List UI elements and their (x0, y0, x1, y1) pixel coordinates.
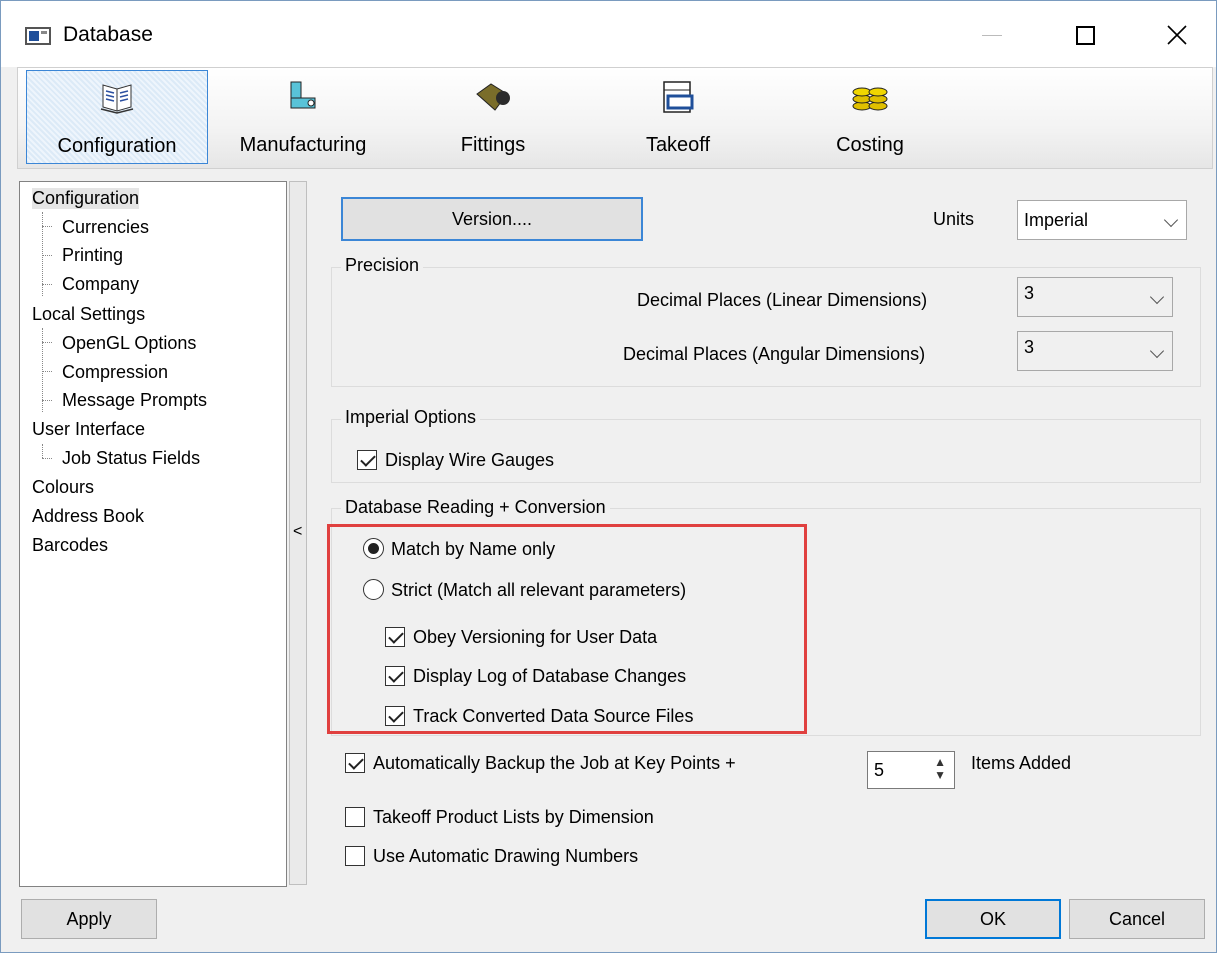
imperial-options-title: Imperial Options (341, 407, 481, 428)
tree-item-compression[interactable]: Compression (62, 362, 168, 383)
auto-drawing-label: Use Automatic Drawing Numbers (373, 846, 639, 866)
app-icon (25, 27, 51, 45)
units-value: Imperial (1024, 210, 1089, 230)
track-converted-label: Track Converted Data Source Files (413, 706, 694, 726)
db-reading-title: Database Reading + Conversion (341, 497, 610, 518)
auto-backup-label: Automatically Backup the Job at Key Poin… (373, 753, 736, 773)
tree-item-printing[interactable]: Printing (62, 245, 123, 266)
precision-group-title: Precision (341, 255, 424, 276)
toolbar-fittings-label: Fittings (460, 134, 526, 156)
tree-item-opengl-options[interactable]: OpenGL Options (62, 333, 196, 354)
tree-item-barcodes[interactable]: Barcodes (32, 535, 108, 556)
stepper-arrows-icon[interactable]: ▲ ▼ (934, 756, 946, 782)
window-title: Database (63, 23, 153, 46)
angular-precision-label: Decimal Places (Angular Dimensions) (623, 344, 926, 364)
close-icon (1167, 25, 1187, 45)
display-wire-gauges-label: Display Wire Gauges (385, 450, 555, 470)
toolbar-costing[interactable]: Costing (818, 70, 922, 164)
obey-versioning-checkbox[interactable] (385, 627, 405, 647)
obey-versioning-label: Obey Versioning for User Data (413, 627, 658, 647)
tree-item-currencies[interactable]: Currencies (62, 217, 149, 238)
takeoff-lists-checkbox[interactable] (345, 807, 365, 827)
maximize-icon (1075, 25, 1095, 45)
tree-item-user-interface[interactable]: User Interface (32, 419, 145, 440)
collapse-arrow-icon[interactable]: < (293, 523, 302, 541)
minimize-button[interactable] (966, 15, 1018, 55)
linear-precision-select[interactable]: 3 (1017, 277, 1173, 317)
tree-item-configuration[interactable]: Configuration (32, 188, 140, 209)
linear-precision-value: 3 (1024, 283, 1035, 303)
toolbar-takeoff-label: Takeoff (645, 134, 711, 156)
database-window: Database Configuration Manufacturing Fit… (0, 0, 1217, 953)
track-converted-checkbox[interactable] (385, 706, 405, 726)
toolbar-manufacturing[interactable]: Manufacturing (222, 70, 384, 164)
module-toolbar: Configuration Manufacturing Fittings Tak… (17, 67, 1213, 169)
takeoff-lists-label: Takeoff Product Lists by Dimension (373, 807, 654, 827)
toolbar-takeoff[interactable]: Takeoff (628, 70, 728, 164)
pipe-icon (290, 81, 316, 109)
strict-match-label: Strict (Match all relevant parameters) (391, 580, 687, 600)
angular-precision-value: 3 (1024, 337, 1035, 357)
minimize-icon (982, 34, 1002, 36)
toolbar-configuration[interactable]: Configuration (26, 70, 208, 164)
tree-item-job-status-fields[interactable]: Job Status Fields (62, 448, 200, 469)
units-select[interactable]: Imperial (1017, 200, 1187, 240)
ok-button[interactable]: OK (925, 899, 1061, 939)
display-wire-gauges-checkbox[interactable] (357, 450, 377, 470)
coins-icon (852, 87, 888, 111)
tree-item-message-prompts[interactable]: Message Prompts (62, 390, 207, 411)
display-log-checkbox[interactable] (385, 666, 405, 686)
auto-drawing-checkbox[interactable] (345, 846, 365, 866)
fitting-icon (476, 83, 510, 111)
items-added-value: 5 (874, 760, 885, 780)
close-button[interactable] (1151, 15, 1203, 55)
maximize-button[interactable] (1059, 15, 1111, 55)
toolbar-configuration-label: Configuration (57, 135, 177, 157)
version-button[interactable]: Version.... (341, 197, 643, 241)
toolbar-manufacturing-label: Manufacturing (239, 134, 367, 156)
tree-item-address-book[interactable]: Address Book (32, 506, 144, 527)
cancel-button[interactable]: Cancel (1069, 899, 1205, 939)
tree-item-colours[interactable]: Colours (32, 477, 94, 498)
title-bar: Database (1, 1, 1216, 67)
tree-item-company[interactable]: Company (62, 274, 139, 295)
chevron-down-icon (1163, 212, 1179, 228)
linear-precision-label: Decimal Places (Linear Dimensions) (637, 290, 928, 310)
units-label: Units (933, 209, 975, 229)
toolbar-fittings[interactable]: Fittings (438, 70, 548, 164)
takeoff-icon (663, 81, 694, 113)
display-log-label: Display Log of Database Changes (413, 666, 687, 686)
angular-precision-select[interactable]: 3 (1017, 331, 1173, 371)
auto-backup-checkbox[interactable] (345, 753, 365, 773)
chevron-down-icon (1149, 289, 1165, 305)
items-added-label: Items Added (971, 753, 1072, 773)
match-by-name-radio[interactable] (363, 538, 384, 559)
settings-tree[interactable]: Configuration Currencies Printing Compan… (19, 181, 287, 887)
apply-button[interactable]: Apply (21, 899, 157, 939)
items-added-stepper[interactable]: 5 ▲ ▼ (867, 751, 955, 789)
book-icon (100, 84, 134, 114)
toolbar-costing-label: Costing (836, 134, 904, 156)
match-by-name-label: Match by Name only (391, 539, 556, 559)
strict-match-radio[interactable] (363, 579, 384, 600)
chevron-down-icon (1149, 343, 1165, 359)
tree-item-local-settings[interactable]: Local Settings (32, 304, 145, 325)
